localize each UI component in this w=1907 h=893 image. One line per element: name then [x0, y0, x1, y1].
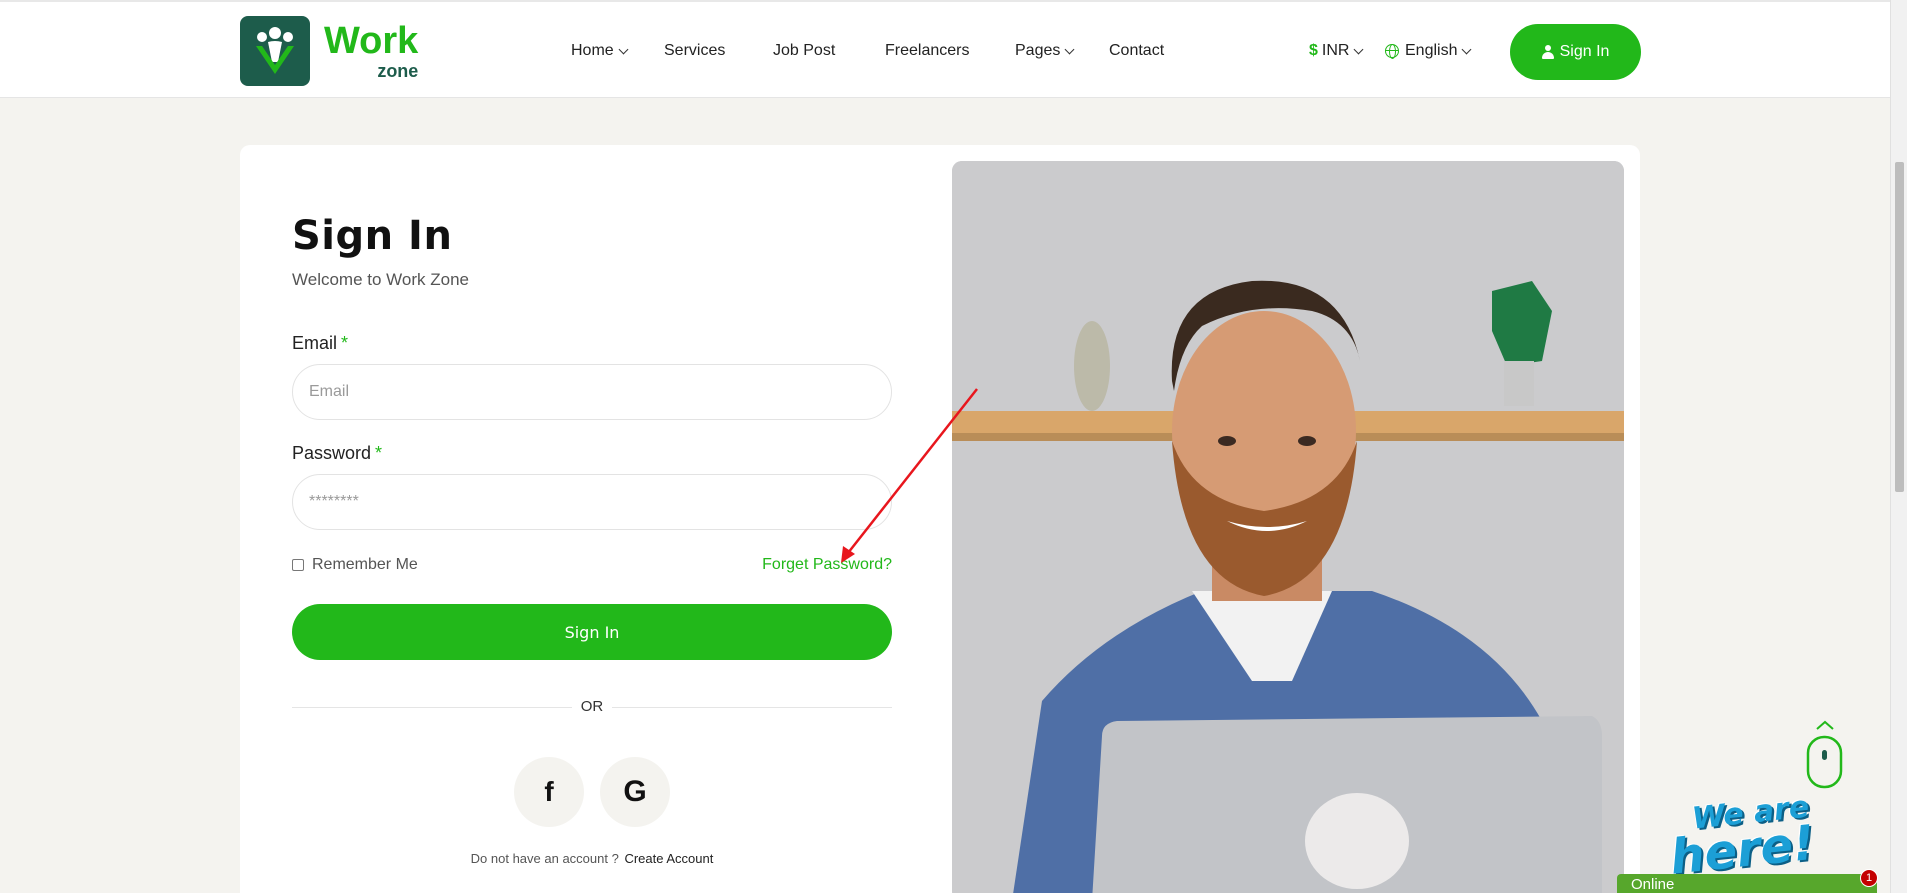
- nav-item-job-post[interactable]: Job Post: [773, 42, 835, 60]
- logo-sub: zone: [377, 61, 419, 81]
- remember-me[interactable]: Remember Me: [292, 556, 418, 574]
- language-label: English: [1405, 42, 1458, 59]
- header-signin-label: Sign In: [1559, 43, 1610, 60]
- nav-item-label: Home: [571, 42, 614, 59]
- google-icon: G: [623, 775, 647, 808]
- password-field[interactable]: [292, 474, 892, 530]
- google-login-button[interactable]: G: [600, 757, 670, 827]
- signin-card: Sign In Welcome to Work Zone Email* Pass…: [240, 145, 1640, 893]
- password-label: Password *: [292, 443, 382, 464]
- no-account-text: Do not have an account ? Create Account: [292, 851, 892, 866]
- chat-notification-badge: 1: [1860, 869, 1878, 887]
- required-mark: *: [375, 443, 383, 463]
- globe-icon: [1385, 44, 1399, 59]
- signin-button[interactable]: Sign In: [292, 604, 892, 660]
- nav-item-label: Freelancers: [885, 42, 970, 59]
- email-label: Email *: [292, 333, 348, 354]
- email-label-text: Email: [292, 333, 338, 353]
- nav-item-freelancers[interactable]: Freelancers: [885, 42, 969, 60]
- nav-item-label: Contact: [1109, 42, 1165, 59]
- chevron-down-icon: [618, 44, 629, 54]
- nav-item-label: Job Post: [773, 42, 836, 59]
- nav-item-pages[interactable]: Pages: [1015, 42, 1075, 60]
- password-label-text: Password: [292, 443, 372, 463]
- required-mark: *: [341, 333, 349, 353]
- chevron-down-icon: [1462, 44, 1472, 54]
- facebook-login-button[interactable]: f: [514, 757, 584, 827]
- create-account-link[interactable]: Create Account: [624, 851, 713, 866]
- hero-photo: [952, 161, 1624, 893]
- dollar-icon: $: [1309, 42, 1318, 59]
- user-icon: [1541, 45, 1554, 59]
- chat-widget[interactable]: We are here!: [1665, 720, 1885, 893]
- nav-item-label: Services: [664, 42, 726, 59]
- language-selector[interactable]: English: [1385, 42, 1472, 60]
- facebook-icon: f: [544, 776, 554, 807]
- scrollbar-thumb[interactable]: [1895, 162, 1904, 492]
- page-subtitle: Welcome to Work Zone: [292, 270, 469, 289]
- nav-item-contact[interactable]: Contact: [1109, 42, 1164, 60]
- chat-online-bar[interactable]: Online: [1617, 874, 1877, 893]
- divider-left: [292, 707, 572, 708]
- chevron-down-icon: [1064, 44, 1075, 54]
- nav-item-home[interactable]: Home: [571, 42, 629, 60]
- forget-password-link[interactable]: Forget Password?: [760, 556, 892, 574]
- nav-item-services[interactable]: Services: [664, 42, 725, 60]
- currency-selector[interactable]: $ INR: [1309, 42, 1364, 60]
- nav-item-label: Pages: [1015, 42, 1061, 59]
- remember-label: Remember Me: [312, 556, 418, 573]
- currency-label: INR: [1321, 42, 1350, 59]
- widget-tagline-2: here!: [1667, 814, 1818, 886]
- remember-checkbox[interactable]: [292, 559, 304, 571]
- page-title: Sign In: [292, 213, 453, 259]
- or-divider-label: OR: [572, 698, 612, 715]
- site-header: Work zone Home Services Job Post Freelan…: [0, 0, 1890, 98]
- no-account-label: Do not have an account ?: [470, 851, 619, 866]
- header-signin-button[interactable]: Sign In: [1510, 24, 1641, 80]
- page-scrollbar[interactable]: [1890, 0, 1907, 893]
- chevron-down-icon: [1354, 44, 1364, 54]
- divider-right: [612, 707, 892, 708]
- email-field[interactable]: [292, 364, 892, 420]
